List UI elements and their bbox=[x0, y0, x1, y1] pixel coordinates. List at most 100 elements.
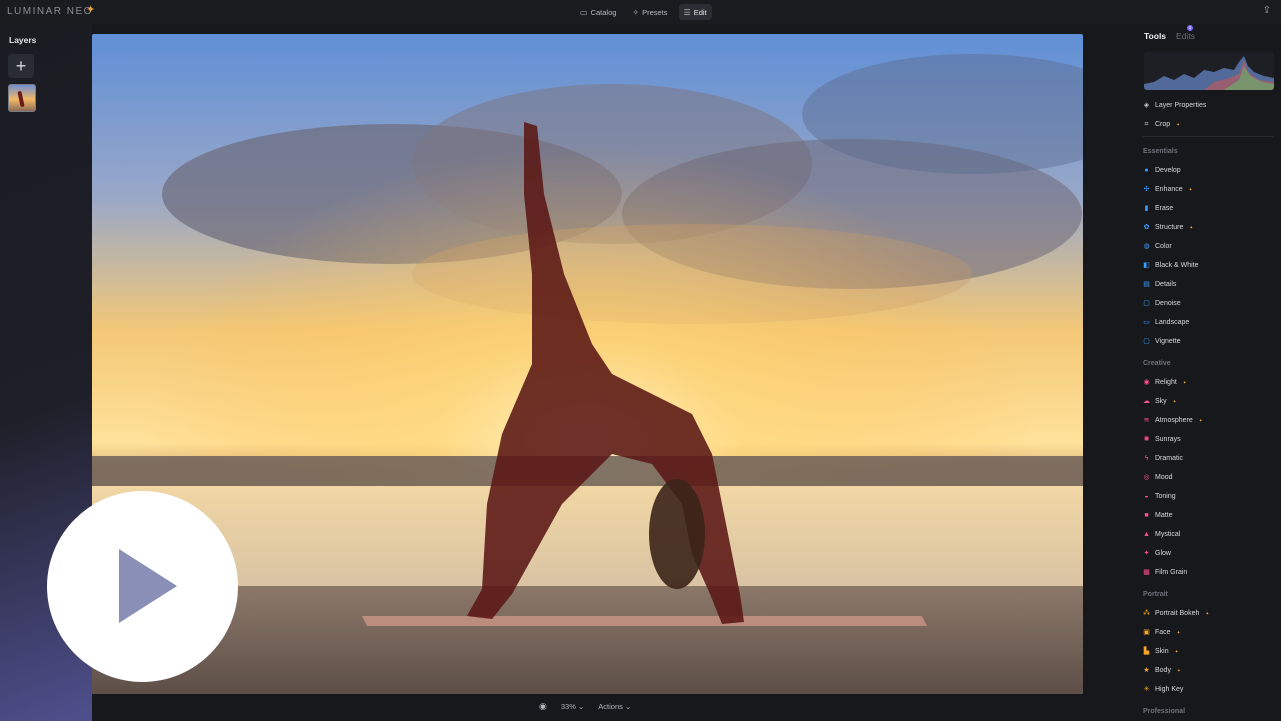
vignette-icon: ▢ bbox=[1143, 338, 1150, 345]
tool-denoise[interactable]: ▢ Denoise bbox=[1143, 294, 1273, 313]
add-layer-button[interactable]: + bbox=[8, 54, 34, 78]
develop-icon: ● bbox=[1144, 167, 1149, 174]
tool-label: Film Grain bbox=[1155, 569, 1188, 576]
layers-icon: ◈ bbox=[1143, 102, 1150, 109]
tool-mystical[interactable]: ▲ Mystical bbox=[1143, 525, 1273, 544]
chevron-down-icon: ⌄ bbox=[624, 702, 632, 711]
upgrade-icon[interactable]: ✦ bbox=[86, 5, 97, 16]
edits-count-badge: 2 bbox=[1187, 25, 1193, 31]
ai-badge-icon: ✦ bbox=[1189, 224, 1194, 230]
tool-label: Enhance bbox=[1155, 186, 1183, 193]
tool-landscape[interactable]: ▭ Landscape bbox=[1143, 313, 1273, 332]
tool-erase[interactable]: ▮ Erase bbox=[1143, 199, 1273, 218]
tool-color[interactable]: ◍ Color bbox=[1143, 237, 1273, 256]
section-portrait[interactable]: Portrait bbox=[1143, 582, 1273, 604]
tool-vignette[interactable]: ▢ Vignette bbox=[1143, 332, 1273, 351]
matte-icon: ■ bbox=[1144, 512, 1149, 519]
film-grain-icon: ▦ bbox=[1143, 569, 1150, 576]
tool-structure[interactable]: ✿ Structure ✦ bbox=[1143, 218, 1273, 237]
glow-icon: ✦ bbox=[1143, 550, 1150, 557]
tool-label: Matte bbox=[1155, 512, 1173, 519]
tool-label: Portrait Bokeh bbox=[1155, 610, 1200, 617]
tool-black-white[interactable]: ◧ Black & White bbox=[1143, 256, 1273, 275]
tool-label: Sky bbox=[1155, 398, 1167, 405]
ai-badge-icon: ✦ bbox=[1176, 629, 1181, 635]
denoise-icon: ▢ bbox=[1143, 300, 1150, 307]
tool-body[interactable]: ★ Body ✦ bbox=[1143, 661, 1273, 680]
divider bbox=[1143, 136, 1273, 137]
tool-label: Erase bbox=[1155, 205, 1174, 212]
tool-label: Landscape bbox=[1155, 319, 1190, 326]
nav-edit[interactable]: ☰ Edit bbox=[678, 4, 712, 20]
crop-icon: ⌗ bbox=[1144, 121, 1149, 128]
tool-label: Structure bbox=[1155, 224, 1184, 231]
section-professional[interactable]: Professional bbox=[1143, 699, 1273, 721]
nav-catalog[interactable]: ▭ Catalog bbox=[575, 4, 621, 20]
dramatic-icon: ϟ bbox=[1144, 455, 1149, 462]
tools-panel: Tools Edits 2 ◈ Layer Properties ⌗ Crop ✦ Ess… bbox=[1083, 24, 1281, 721]
tool-develop[interactable]: ● Develop bbox=[1143, 161, 1273, 180]
mystical-icon: ▲ bbox=[1143, 531, 1150, 538]
tool-label: Dramatic bbox=[1155, 455, 1184, 462]
top-bar: LUMINAR NEO ✦ ▭ Catalog ✧ Presets ☰ Edit… bbox=[0, 0, 1281, 24]
layer-thumbnail[interactable] bbox=[8, 84, 36, 112]
tool-portrait-bokeh[interactable]: ⁂ Portrait Bokeh ✦ bbox=[1143, 604, 1273, 623]
tool-matte[interactable]: ■ Matte bbox=[1143, 506, 1273, 525]
ai-badge-icon: ✦ bbox=[1172, 398, 1177, 404]
tool-high-key[interactable]: ✳ High Key bbox=[1143, 680, 1273, 699]
tools-list: ◈ Layer Properties ⌗ Crop ✦ Essentials ● Develo… bbox=[1143, 96, 1273, 721]
tool-details[interactable]: ▤ Details bbox=[1143, 275, 1273, 294]
tool-face[interactable]: ▣ Face ✦ bbox=[1143, 623, 1273, 642]
app-logo: LUMINAR NEO bbox=[7, 6, 93, 17]
ai-badge-icon: ✦ bbox=[1174, 648, 1179, 654]
tool-enhance[interactable]: ✣ Enhance ✦ bbox=[1143, 180, 1273, 199]
tool-toning[interactable]: ◒ Toning bbox=[1143, 487, 1273, 506]
tab-edits[interactable]: Edits bbox=[1176, 31, 1195, 41]
zoom-dropdown[interactable]: 33% ⌄ bbox=[561, 702, 584, 711]
bokeh-icon: ⁂ bbox=[1143, 610, 1150, 617]
tool-mood[interactable]: ◎ Mood bbox=[1143, 468, 1273, 487]
tool-sky[interactable]: ☁ Sky ✦ bbox=[1143, 392, 1273, 411]
photo-canvas[interactable] bbox=[92, 34, 1083, 694]
tool-label: Vignette bbox=[1155, 338, 1181, 345]
tool-label: Skin bbox=[1155, 648, 1169, 655]
top-navigation: ▭ Catalog ✧ Presets ☰ Edit bbox=[575, 4, 712, 20]
tool-label: Crop bbox=[1155, 121, 1171, 128]
ai-badge-icon: ✦ bbox=[1176, 667, 1181, 673]
tool-label: Toning bbox=[1155, 493, 1176, 500]
toning-icon: ◒ bbox=[1144, 493, 1149, 500]
canvas-bottom-bar: ◉ 33% ⌄ Actions ⌄ bbox=[92, 697, 1083, 717]
tool-dramatic[interactable]: ϟ Dramatic bbox=[1143, 449, 1273, 468]
tool-layer-properties[interactable]: ◈ Layer Properties bbox=[1143, 96, 1273, 115]
sliders-icon: ☰ bbox=[683, 7, 691, 17]
section-creative[interactable]: Creative bbox=[1143, 351, 1273, 373]
video-play-button[interactable] bbox=[47, 491, 238, 682]
details-icon: ▤ bbox=[1143, 281, 1150, 288]
atmosphere-icon: ≋ bbox=[1143, 417, 1150, 424]
eye-icon[interactable]: ◉ bbox=[539, 701, 547, 712]
actions-dropdown[interactable]: Actions ⌄ bbox=[598, 702, 631, 711]
tool-label: Layer Properties bbox=[1155, 102, 1207, 109]
tool-label: Glow bbox=[1155, 550, 1171, 557]
bw-icon: ◧ bbox=[1143, 262, 1150, 269]
skin-icon: ▙ bbox=[1143, 648, 1150, 655]
tool-film-grain[interactable]: ▦ Film Grain bbox=[1143, 563, 1273, 582]
nav-edit-label: Edit bbox=[693, 7, 707, 17]
nav-presets[interactable]: ✧ Presets bbox=[627, 4, 672, 20]
ai-badge-icon: ✦ bbox=[1182, 379, 1187, 385]
play-icon bbox=[119, 549, 177, 623]
tool-glow[interactable]: ✦ Glow bbox=[1143, 544, 1273, 563]
tool-skin[interactable]: ▙ Skin ✦ bbox=[1143, 642, 1273, 661]
share-icon[interactable]: ⇪ bbox=[1263, 5, 1271, 16]
tool-label: Color bbox=[1155, 243, 1172, 250]
section-essentials[interactable]: Essentials bbox=[1143, 139, 1273, 161]
tool-label: Denoise bbox=[1155, 300, 1181, 307]
tool-crop[interactable]: ⌗ Crop ✦ bbox=[1143, 115, 1273, 134]
tool-sunrays[interactable]: ✺ Sunrays bbox=[1143, 430, 1273, 449]
highkey-icon: ✳ bbox=[1143, 686, 1150, 693]
tool-atmosphere[interactable]: ≋ Atmosphere ✦ bbox=[1143, 411, 1273, 430]
ai-badge-icon: ✦ bbox=[1198, 417, 1203, 423]
tab-tools[interactable]: Tools bbox=[1144, 31, 1166, 41]
tool-relight[interactable]: ◉ Relight ✦ bbox=[1143, 373, 1273, 392]
zoom-value: 33% bbox=[560, 702, 576, 711]
